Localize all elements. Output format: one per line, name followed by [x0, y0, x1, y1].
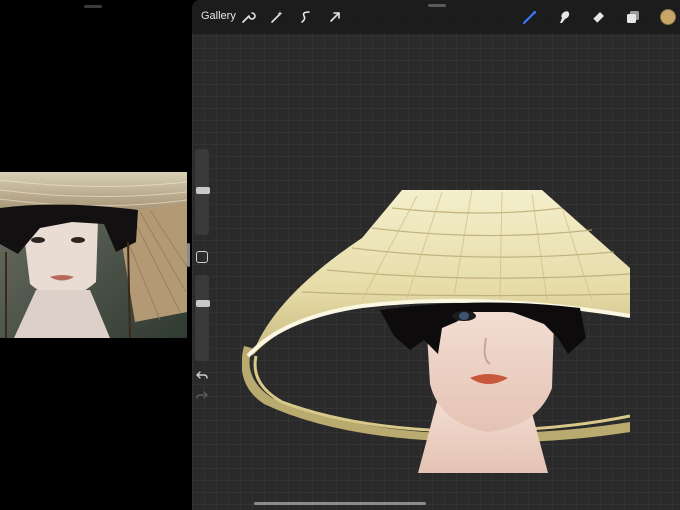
selection-icon[interactable] [296, 7, 316, 27]
side-bar [192, 148, 212, 406]
color-picker-swatch[interactable] [660, 9, 676, 25]
brush-opacity-thumb[interactable] [196, 300, 210, 307]
reference-photo [0, 172, 187, 338]
brush-icon[interactable] [520, 7, 540, 27]
transform-arrow-icon[interactable] [325, 7, 345, 27]
home-indicator [254, 502, 426, 505]
undo-icon[interactable] [194, 368, 210, 382]
wrench-icon[interactable] [238, 7, 258, 27]
smudge-icon[interactable] [554, 7, 574, 27]
modify-square-icon[interactable] [196, 251, 208, 263]
magic-wand-icon[interactable] [267, 7, 287, 27]
brush-size-slider[interactable] [194, 148, 210, 236]
redo-icon[interactable] [194, 388, 210, 402]
split-view-handle[interactable] [187, 243, 190, 267]
left-pane-grabber[interactable] [84, 5, 102, 8]
eraser-icon[interactable] [588, 7, 608, 27]
gallery-button[interactable]: Gallery [201, 10, 236, 22]
procreate-canvas-pane[interactable]: Gallery [192, 0, 680, 510]
top-grabber[interactable] [428, 4, 446, 7]
artwork-canvas[interactable] [241, 188, 631, 474]
reference-app-pane [0, 0, 188, 510]
brush-size-thumb[interactable] [196, 187, 210, 194]
layers-icon[interactable] [623, 7, 643, 27]
top-toolbar: Gallery [192, 0, 680, 34]
brush-opacity-slider[interactable] [194, 274, 210, 362]
